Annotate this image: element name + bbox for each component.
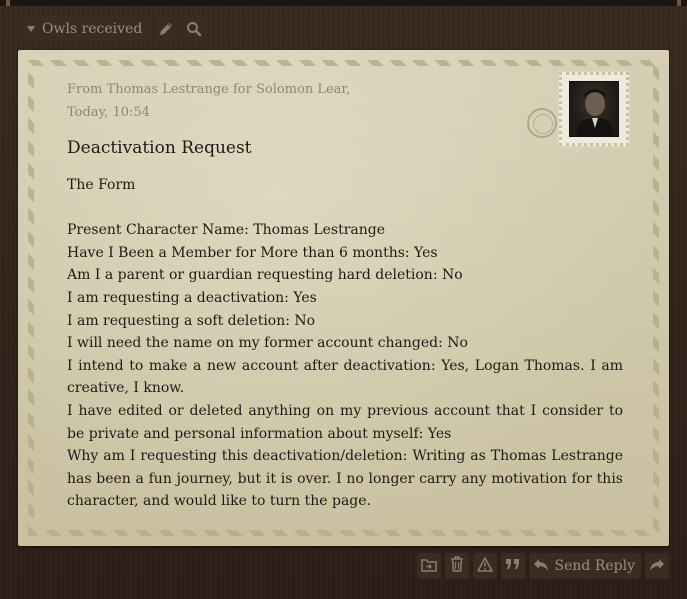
message-toolbar: Owls received bbox=[20, 16, 207, 42]
delete-button[interactable] bbox=[444, 553, 469, 579]
body-line: I have edited or deleted anything on my … bbox=[67, 402, 623, 442]
body-line: I will need the name on my former accoun… bbox=[67, 335, 468, 352]
body-line: The Form bbox=[67, 177, 136, 193]
body-line: Have I Been a Member for More than 6 mon… bbox=[67, 244, 438, 261]
folder-dropdown[interactable]: Owls received bbox=[20, 16, 151, 42]
body-line: I intend to make a new account after dea… bbox=[67, 357, 623, 397]
message-actions: Send Reply bbox=[416, 553, 669, 579]
letter-card: From Thomas Lestrange for Solomon Lear, … bbox=[18, 50, 669, 546]
forward-button[interactable] bbox=[645, 553, 669, 579]
quote-button[interactable] bbox=[500, 553, 525, 579]
letter-body: The Form Present Character Name: Thomas … bbox=[67, 174, 623, 513]
body-blank-line bbox=[67, 197, 623, 220]
trash-icon bbox=[450, 556, 464, 576]
body-line: Present Character Name: Thomas Lestrange bbox=[67, 222, 386, 239]
caret-down-icon bbox=[26, 25, 36, 33]
letter-subject: Deactivation Request bbox=[67, 138, 252, 158]
top-divider bbox=[0, 0, 687, 6]
search-icon bbox=[186, 21, 202, 37]
letter-date: Today, 10:54 bbox=[67, 105, 150, 120]
letter-from: From Thomas Lestrange for Solomon Lear, bbox=[67, 82, 351, 97]
move-button[interactable] bbox=[416, 553, 441, 579]
forward-icon bbox=[649, 557, 665, 576]
folder-move-icon bbox=[420, 557, 437, 576]
body-line: Why am I requesting this deactivation/de… bbox=[67, 448, 623, 510]
folder-label: Owls received bbox=[42, 21, 143, 37]
body-line: I am requesting a soft deletion: No bbox=[67, 312, 316, 329]
owl-message-window: Owls received From Thomas Lestrange for … bbox=[0, 0, 687, 599]
send-reply-button[interactable]: Send Reply bbox=[528, 553, 641, 579]
body-line: Am I a parent or guardian requesting har… bbox=[67, 267, 463, 284]
letter-content: From Thomas Lestrange for Solomon Lear, … bbox=[67, 78, 623, 513]
warning-icon bbox=[476, 556, 493, 576]
pencil-icon bbox=[158, 21, 174, 37]
send-reply-label: Send Reply bbox=[554, 558, 635, 574]
edit-button[interactable] bbox=[154, 16, 179, 42]
body-line: I am requesting a deactivation: Yes bbox=[67, 289, 317, 306]
search-button[interactable] bbox=[182, 16, 207, 42]
report-button[interactable] bbox=[472, 553, 497, 579]
quote-icon bbox=[505, 557, 521, 576]
reply-icon bbox=[533, 557, 549, 576]
